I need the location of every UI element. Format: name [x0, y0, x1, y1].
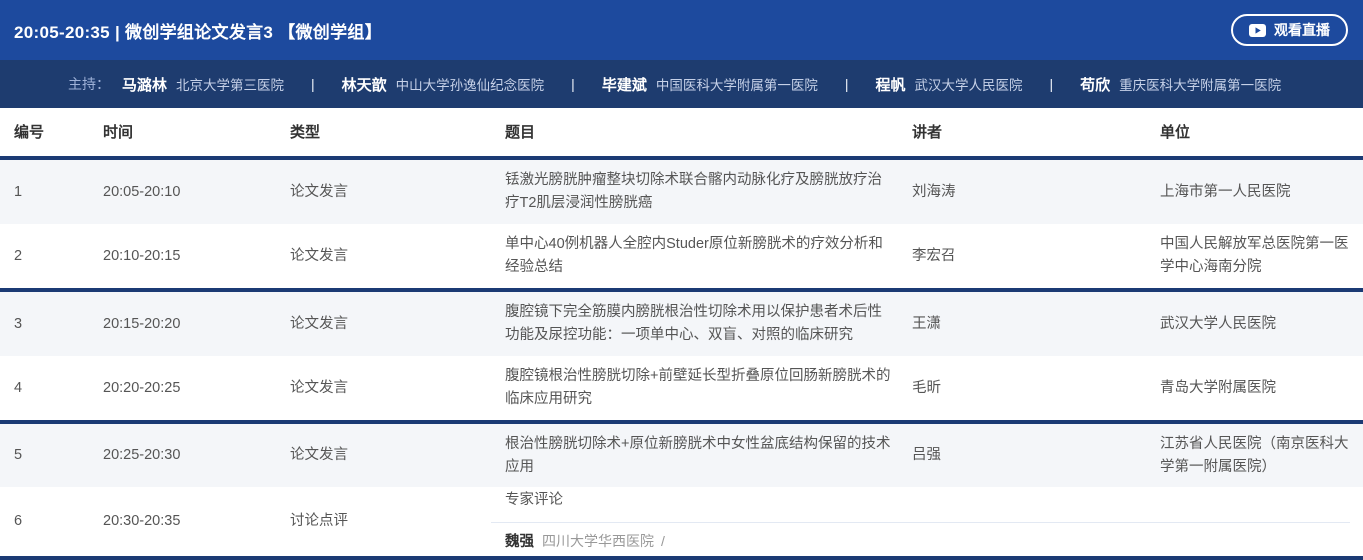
row-org: 上海市第一人民医院	[1146, 181, 1363, 204]
row-speaker: 王潇	[898, 313, 1146, 336]
row-speaker: 毛昕	[898, 377, 1146, 400]
row-no: 6	[0, 510, 89, 533]
moderator-separator: |	[845, 76, 849, 92]
column-header-no: 编号	[0, 121, 89, 144]
row-type: 论文发言	[276, 377, 491, 400]
comment-divider	[491, 522, 1350, 523]
row-speaker: 吕强	[898, 444, 1146, 467]
table-row: 6 20:30-20:35 讨论点评 专家评论 魏强 四川大学华西医院 /	[0, 487, 1363, 560]
row-time: 20:20-20:25	[89, 377, 276, 400]
row-type: 讨论点评	[276, 510, 491, 533]
moderator-org: 北京大学第三医院	[176, 74, 284, 94]
column-header-org: 单位	[1146, 121, 1363, 144]
commenter-suffix: /	[661, 530, 665, 553]
row-no: 5	[0, 444, 89, 467]
table-row: 3 20:15-20:20 论文发言 腹腔镜下完全筋膜内膀胱根治性切除术用以保护…	[0, 292, 1363, 356]
moderator: 马潞林 北京大学第三医院	[122, 74, 284, 95]
row-type: 论文发言	[276, 444, 491, 467]
row-org: 武汉大学人民医院	[1146, 313, 1363, 336]
moderator-org: 中国医科大学附属第一医院	[656, 74, 818, 94]
moderator-name: 苟欣	[1080, 74, 1110, 95]
table-header-row: 编号 时间 类型 题目 讲者 单位	[0, 108, 1363, 160]
row-time: 20:30-20:35	[89, 510, 276, 533]
row-speaker: 刘海涛	[898, 181, 1146, 204]
row-org: 江苏省人民医院（南京医科大学第一附属医院）	[1146, 433, 1363, 479]
moderator-org: 重庆医科大学附属第一医院	[1119, 74, 1281, 94]
moderator-separator: |	[311, 76, 315, 92]
row-title: 根治性膀胱切除术+原位新膀胱术中女性盆底结构保留的技术应用	[491, 433, 898, 479]
expert-comment-label: 专家评论	[505, 489, 892, 512]
column-header-type: 类型	[276, 121, 491, 144]
row-time: 20:15-20:20	[89, 313, 276, 336]
table-row: 2 20:10-20:15 论文发言 单中心40例机器人全腔内Studer原位新…	[0, 224, 1363, 292]
row-org: 青岛大学附属医院	[1146, 377, 1363, 400]
row-no: 3	[0, 313, 89, 336]
moderator-name: 程帆	[875, 74, 905, 95]
row-org: 中国人民解放军总医院第一医学中心海南分院	[1146, 233, 1363, 279]
commenter-org: 四川大学华西医院	[542, 530, 654, 553]
moderator: 苟欣 重庆医科大学附属第一医院	[1080, 74, 1281, 95]
schedule-table: 编号 时间 类型 题目 讲者 单位 1 20:05-20:10 论文发言 铥激光…	[0, 108, 1363, 560]
moderator: 林天歆 中山大学孙逸仙纪念医院	[342, 74, 545, 95]
commenter-name: 魏强	[505, 531, 534, 554]
row-time: 20:10-20:15	[89, 245, 276, 268]
column-header-title: 题目	[491, 121, 898, 144]
table-row: 1 20:05-20:10 论文发言 铥激光膀胱肿瘤整块切除术联合髂内动脉化疗及…	[0, 160, 1363, 224]
table-row: 5 20:25-20:30 论文发言 根治性膀胱切除术+原位新膀胱术中女性盆底结…	[0, 424, 1363, 487]
watch-live-button[interactable]: 观看直播	[1231, 14, 1348, 46]
row-type: 论文发言	[276, 313, 491, 336]
row-title: 单中心40例机器人全腔内Studer原位新膀胱术的疗效分析和经验总结	[491, 233, 898, 279]
row-no: 1	[0, 181, 89, 204]
row-no: 4	[0, 377, 89, 400]
row-title: 铥激光膀胱肿瘤整块切除术联合髂内动脉化疗及膀胱放疗治疗T2肌层浸润性膀胱癌	[491, 169, 898, 215]
moderators-label: 主持：	[68, 74, 110, 94]
row-time: 20:25-20:30	[89, 444, 276, 467]
moderator-org: 中山大学孙逸仙纪念医院	[396, 74, 545, 94]
row-type: 论文发言	[276, 181, 491, 204]
video-play-icon	[1249, 24, 1266, 37]
table-row: 4 20:20-20:25 论文发言 腹腔镜根治性膀胱切除+前壁延长型折叠原位回…	[0, 356, 1363, 424]
moderator-org: 武汉大学人民医院	[914, 74, 1022, 94]
row-type: 论文发言	[276, 245, 491, 268]
watch-live-label: 观看直播	[1274, 20, 1330, 40]
moderator-separator: |	[571, 76, 575, 92]
moderator-name: 马潞林	[122, 74, 167, 95]
column-header-speaker: 讲者	[898, 121, 1146, 144]
moderator: 毕建斌 中国医科大学附属第一医院	[602, 74, 818, 95]
row-no: 2	[0, 245, 89, 268]
row-time: 20:05-20:10	[89, 181, 276, 204]
commenter-line: 魏强 四川大学华西医院 /	[505, 530, 892, 554]
session-title: 20:05-20:35 | 微创学组论文发言3 【微创学组】	[14, 18, 382, 43]
column-header-time: 时间	[89, 121, 276, 144]
moderator: 程帆 武汉大学人民医院	[875, 74, 1022, 95]
session-header-bar: 20:05-20:35 | 微创学组论文发言3 【微创学组】 观看直播	[0, 0, 1363, 60]
moderator-name: 毕建斌	[602, 74, 647, 95]
row-title: 腹腔镜下完全筋膜内膀胱根治性切除术用以保护患者术后性功能及尿控功能：一项单中心、…	[491, 301, 898, 347]
row-title: 腹腔镜根治性膀胱切除+前壁延长型折叠原位回肠新膀胱术的临床应用研究	[491, 365, 898, 411]
row-speaker: 李宏召	[898, 245, 1146, 268]
moderator-name: 林天歆	[342, 74, 387, 95]
moderators-bar: 主持： 马潞林 北京大学第三医院 | 林天歆 中山大学孙逸仙纪念医院 | 毕建斌…	[0, 60, 1363, 108]
moderator-separator: |	[1049, 76, 1053, 92]
